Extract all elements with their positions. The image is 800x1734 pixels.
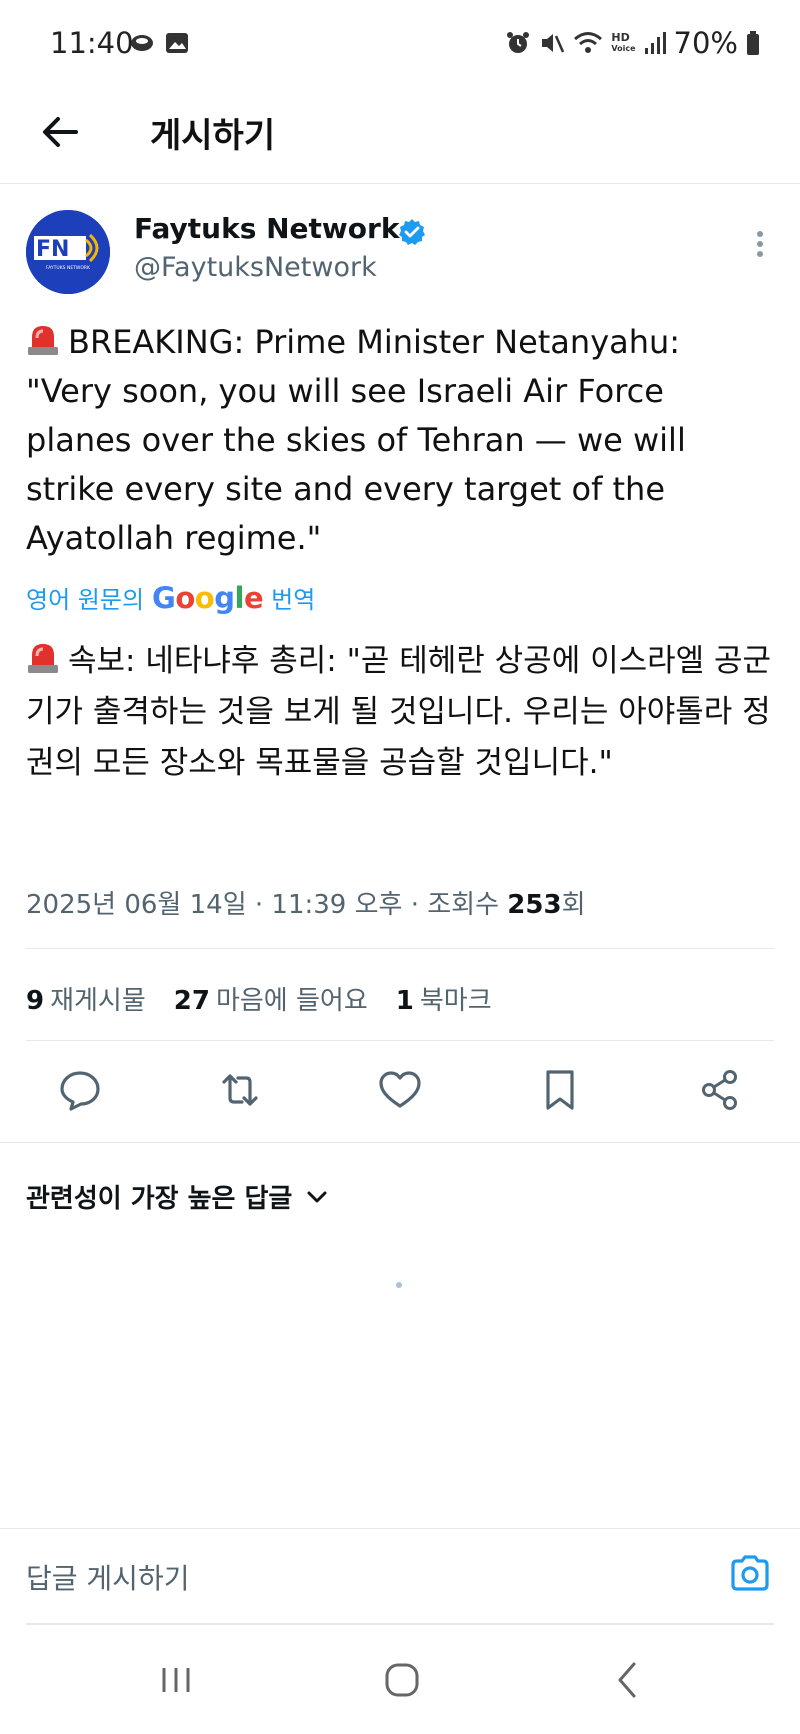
like-heart-icon[interactable] bbox=[376, 1066, 424, 1114]
translate-suffix: 번역 bbox=[271, 586, 316, 614]
tweet-text-korean: 속보: 네타냐후 총리: "곧 테헤란 상공에 이스라엘 공군기가 출격하는 것… bbox=[26, 636, 786, 789]
signal-icon bbox=[644, 32, 666, 54]
notification-icons bbox=[131, 33, 188, 53]
tweet-text-en: BREAKING: Prime Minister Netanyahu: "Ver… bbox=[26, 323, 686, 557]
system-back-icon[interactable] bbox=[604, 1656, 652, 1704]
loading-indicator bbox=[396, 1282, 402, 1288]
siren-icon bbox=[28, 644, 58, 673]
status-time: 11:40 bbox=[50, 26, 134, 60]
top-app-bar: 게시하기 bbox=[0, 80, 800, 184]
tweet-text-english: BREAKING: Prime Minister Netanyahu: "Ver… bbox=[26, 318, 766, 563]
view-count-suffix: 회 bbox=[561, 890, 586, 920]
siren-icon bbox=[28, 326, 58, 355]
replies-sort-dropdown[interactable]: 관련성이 가장 높은 답글 bbox=[26, 1178, 328, 1215]
system-navigation-bar bbox=[0, 1630, 800, 1734]
reply-composer: 답글 게시하기 bbox=[0, 1528, 800, 1625]
divider bbox=[26, 948, 774, 949]
status-notification-icons bbox=[130, 30, 194, 60]
hd-voice-icon: HD Voice bbox=[611, 31, 636, 53]
alarm-icon bbox=[507, 32, 530, 53]
google-logo: Google bbox=[152, 580, 264, 615]
back-arrow-icon[interactable] bbox=[36, 108, 84, 156]
svg-text:FAYTUKS NETWORK: FAYTUKS NETWORK bbox=[46, 265, 91, 271]
tweet-text-ko: 속보: 네타냐후 총리: "곧 테헤란 상공에 이스라엘 공군기가 출격하는 것… bbox=[26, 643, 772, 781]
status-bar: 11:40 HD Voice 70% bbox=[0, 0, 800, 80]
status-right-icons: HD Voice 70% bbox=[505, 26, 760, 60]
bookmark-icon[interactable] bbox=[536, 1066, 584, 1114]
reply-input[interactable]: 답글 게시하기 bbox=[26, 1557, 189, 1597]
wifi-icon bbox=[574, 32, 603, 53]
replies-sort-label: 관련성이 가장 높은 답글 bbox=[26, 1184, 293, 1214]
more-options-icon[interactable] bbox=[750, 228, 770, 260]
repost-icon[interactable] bbox=[216, 1066, 264, 1114]
divider bbox=[26, 1040, 774, 1041]
divider bbox=[0, 1142, 800, 1143]
author-name[interactable]: Faytuks Network bbox=[134, 212, 399, 245]
view-count: 253 bbox=[507, 890, 562, 920]
translate-prefix: 영어 원문의 bbox=[26, 586, 145, 614]
engagement-stats: 9 재게시물 27 마음에 들어요 1 북마크 bbox=[26, 980, 492, 1017]
page-title: 게시하기 bbox=[150, 116, 276, 156]
svg-text:FN: FN bbox=[36, 237, 69, 262]
author-handle[interactable]: @FaytuksNetwork bbox=[134, 252, 377, 283]
mute-icon bbox=[542, 34, 565, 53]
recent-apps-icon[interactable] bbox=[152, 1656, 200, 1704]
tweet-meta: 2025년 06월 14일 · 11:39 오후 · 조회수 253회 bbox=[26, 884, 585, 921]
reply-input-underline bbox=[26, 1623, 774, 1625]
home-icon[interactable] bbox=[378, 1656, 426, 1704]
tweet-datetime: 2025년 06월 14일 · 11:39 오후 · 조회수 bbox=[26, 890, 500, 920]
reposts-stat[interactable]: 9 재게시물 bbox=[26, 980, 146, 1017]
likes-stat[interactable]: 27 마음에 들어요 bbox=[174, 980, 368, 1017]
battery-percent: 70% bbox=[673, 26, 738, 60]
action-bar bbox=[0, 1066, 800, 1126]
author-avatar[interactable]: FN FAYTUKS NETWORK bbox=[26, 210, 110, 294]
share-icon[interactable] bbox=[696, 1066, 744, 1114]
battery-icon bbox=[747, 31, 759, 55]
camera-icon[interactable] bbox=[728, 1551, 772, 1595]
bookmarks-stat[interactable]: 1 북마크 bbox=[396, 980, 492, 1017]
avatar-logo: FN FAYTUKS NETWORK bbox=[26, 210, 110, 294]
reply-icon[interactable] bbox=[56, 1066, 104, 1114]
translate-attribution[interactable]: 영어 원문의 Google 번역 bbox=[26, 580, 315, 615]
chevron-down-icon bbox=[307, 1191, 327, 1202]
verified-badge-icon bbox=[399, 219, 425, 245]
